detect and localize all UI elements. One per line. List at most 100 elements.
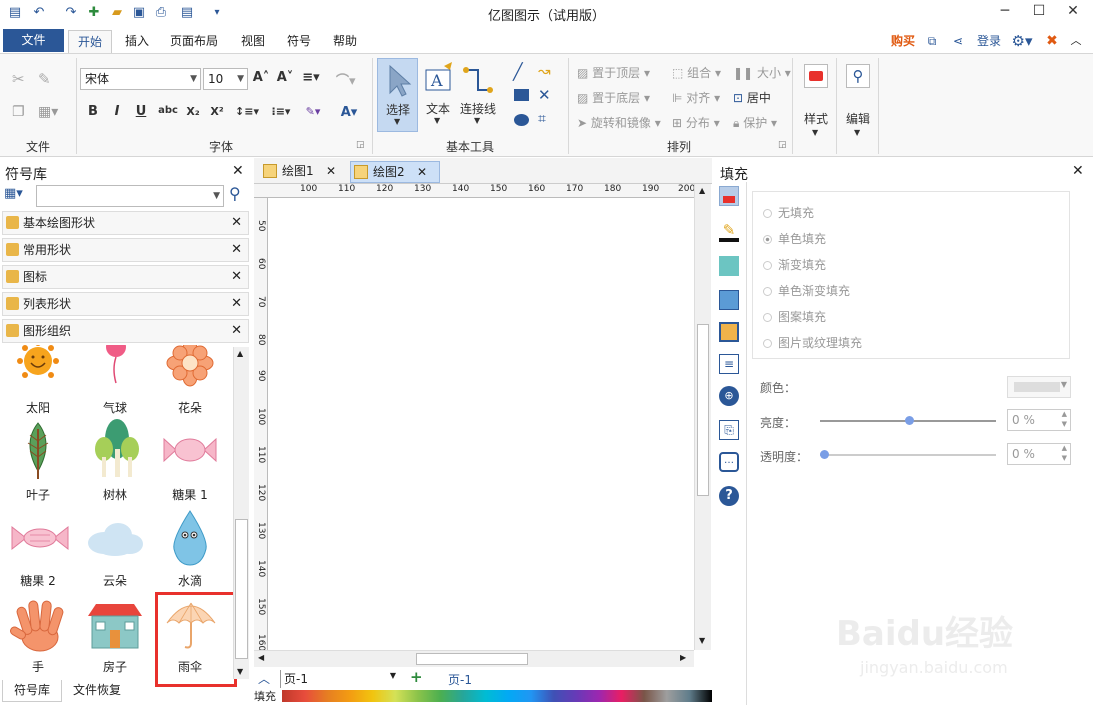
font-grow-icon[interactable]: A˄: [252, 70, 270, 85]
tab-insert[interactable]: 插入: [118, 30, 156, 53]
font-name-select[interactable]: 宋体 ▼: [80, 68, 201, 90]
text-align-icon[interactable]: ≡▾: [302, 70, 320, 85]
library-item[interactable]: 基本绘图形状 ✕: [2, 211, 249, 235]
share-screen-icon[interactable]: ⧉: [922, 30, 942, 53]
collapse-ribbon-icon[interactable]: ︿: [1066, 30, 1086, 53]
cloud-icon[interactable]: [84, 521, 146, 557]
font-dialog-launcher-icon[interactable]: ◲: [356, 140, 365, 150]
cut-icon[interactable]: ✂: [12, 70, 25, 88]
bullets-icon[interactable]: ⁝≡▾: [268, 105, 294, 118]
shadow-icon[interactable]: [719, 256, 739, 276]
close-window-button[interactable]: ✕: [1056, 0, 1090, 22]
color-picker[interactable]: ▼: [1007, 376, 1071, 398]
fill-option-solid[interactable]: 单色填充: [763, 230, 826, 247]
edit-button[interactable]: ⚲ 编辑 ▼: [842, 60, 876, 137]
tab-file-recovery[interactable]: 文件恢复: [66, 680, 128, 702]
fill-tab-icon[interactable]: [719, 186, 739, 206]
scroll-down-icon[interactable]: ▼: [699, 636, 705, 645]
close-library-icon[interactable]: ✕: [231, 320, 242, 342]
distribute-button[interactable]: ⊞ 分布 ▾: [672, 114, 720, 131]
settings-gear-icon[interactable]: ⚙▾: [1008, 30, 1036, 53]
tab-home[interactable]: 开始: [68, 30, 112, 53]
font-color-icon[interactable]: A▾: [336, 105, 362, 120]
canvas-vertical-scrollbar[interactable]: ▲ ▼: [694, 184, 711, 650]
close-library-icon[interactable]: ✕: [231, 266, 242, 288]
close-tab-icon[interactable]: ✕: [326, 161, 336, 181]
tab-symbol-library[interactable]: 符号库: [2, 680, 62, 702]
transparency-slider-thumb[interactable]: [820, 450, 829, 459]
arrange-dialog-launcher-icon[interactable]: ◲: [778, 140, 787, 150]
transparency-input[interactable]: 0 % ▲ ▼: [1007, 443, 1071, 465]
copy-icon[interactable]: ❐: [12, 104, 25, 120]
format-painter-icon[interactable]: ✎: [38, 70, 51, 88]
brightness-slider-thumb[interactable]: [905, 416, 914, 425]
tab-document-2[interactable]: 绘图2 ✕: [350, 161, 440, 183]
comment-icon[interactable]: …: [719, 452, 739, 472]
scroll-thumb[interactable]: [697, 324, 709, 496]
transparency-slider-track[interactable]: [820, 454, 996, 456]
search-icon[interactable]: ⚲: [229, 184, 241, 203]
scroll-thumb[interactable]: [416, 653, 528, 665]
tab-page-layout[interactable]: 页面布局: [164, 30, 224, 53]
login-link[interactable]: 登录: [972, 30, 1006, 53]
hyperlink-icon[interactable]: ⊕: [719, 386, 739, 406]
page-properties-icon[interactable]: ≡: [719, 354, 739, 374]
forest-icon[interactable]: [92, 419, 142, 481]
scroll-thumb[interactable]: [235, 519, 248, 659]
fill-option-pattern[interactable]: 图案填充: [763, 308, 826, 325]
fill-option-none[interactable]: 无填充: [763, 204, 814, 221]
library-item[interactable]: 列表形状 ✕: [2, 292, 249, 316]
tab-file[interactable]: 文件: [3, 29, 64, 52]
hand-icon[interactable]: [8, 599, 70, 655]
line-style-icon[interactable]: ✎: [719, 222, 739, 242]
leaf-icon[interactable]: [20, 421, 56, 481]
library-item[interactable]: 图形组织 ✕: [2, 319, 249, 343]
text-curve-icon[interactable]: ⌒▾: [336, 70, 356, 89]
maximize-button[interactable]: ☐: [1022, 0, 1056, 22]
close-panel-icon[interactable]: ✕: [232, 163, 244, 179]
color-palette[interactable]: [282, 690, 712, 702]
send-to-back-button[interactable]: ▨ 置于底层 ▾: [577, 89, 650, 106]
paste-icon[interactable]: ▦▾: [38, 104, 58, 120]
center-button[interactable]: ⊡ 居中: [733, 89, 771, 106]
page-select[interactable]: 页-1 ▼: [280, 670, 398, 688]
page-tab[interactable]: 页-1: [448, 671, 472, 688]
close-tab-icon[interactable]: ✕: [417, 162, 427, 182]
crop-icon[interactable]: ⌗: [538, 111, 546, 127]
image-icon[interactable]: [719, 290, 739, 310]
line-spacing-icon[interactable]: ↕≡▾: [234, 105, 260, 118]
tab-document-1[interactable]: 绘图1 ✕: [260, 161, 348, 183]
fill-option-gradient[interactable]: 渐变填充: [763, 256, 826, 273]
candy-icon[interactable]: [162, 433, 218, 467]
layers-icon[interactable]: [719, 322, 739, 342]
subscript-button[interactable]: X₂: [184, 105, 202, 118]
font-shrink-icon[interactable]: A˅: [276, 70, 294, 85]
underline-button[interactable]: U: [132, 104, 150, 119]
italic-button[interactable]: I: [108, 104, 126, 119]
scroll-left-icon[interactable]: ◀: [258, 653, 264, 662]
group-button[interactable]: ⬚ 组合 ▾: [672, 64, 721, 81]
line-icon[interactable]: ╱: [513, 62, 523, 81]
rotate-mirror-button[interactable]: ➤ 旋转和镜像 ▾: [577, 114, 661, 131]
tab-symbol[interactable]: 符号: [280, 30, 318, 53]
fill-option-single-gradient[interactable]: 单色渐变填充: [763, 282, 850, 299]
close-panel-icon[interactable]: ✕: [1072, 163, 1084, 179]
close-library-icon[interactable]: ✕: [231, 239, 242, 261]
flower-icon[interactable]: [164, 345, 216, 389]
curve-connector-icon[interactable]: ↝: [538, 62, 551, 80]
close-library-icon[interactable]: ✕: [231, 212, 242, 234]
fill-option-picture[interactable]: 图片或纹理填充: [763, 334, 862, 351]
brightness-input[interactable]: 0 % ▲ ▼: [1007, 409, 1071, 431]
tab-help[interactable]: 帮助: [326, 30, 364, 53]
symbol-search-input[interactable]: ▼: [36, 185, 224, 207]
library-menu-icon[interactable]: ▦▾: [4, 186, 32, 206]
scroll-up-icon[interactable]: ▲: [699, 186, 705, 195]
house-icon[interactable]: [86, 600, 144, 650]
theme-icon[interactable]: ✖: [1042, 30, 1062, 53]
library-item[interactable]: 常用形状 ✕: [2, 238, 249, 262]
buy-link[interactable]: 购买: [886, 30, 920, 53]
scroll-down-icon[interactable]: ▼: [237, 667, 243, 676]
ellipse-icon[interactable]: [514, 114, 529, 126]
library-item[interactable]: 图标 ✕: [2, 265, 249, 289]
balloon-icon[interactable]: [98, 345, 134, 385]
